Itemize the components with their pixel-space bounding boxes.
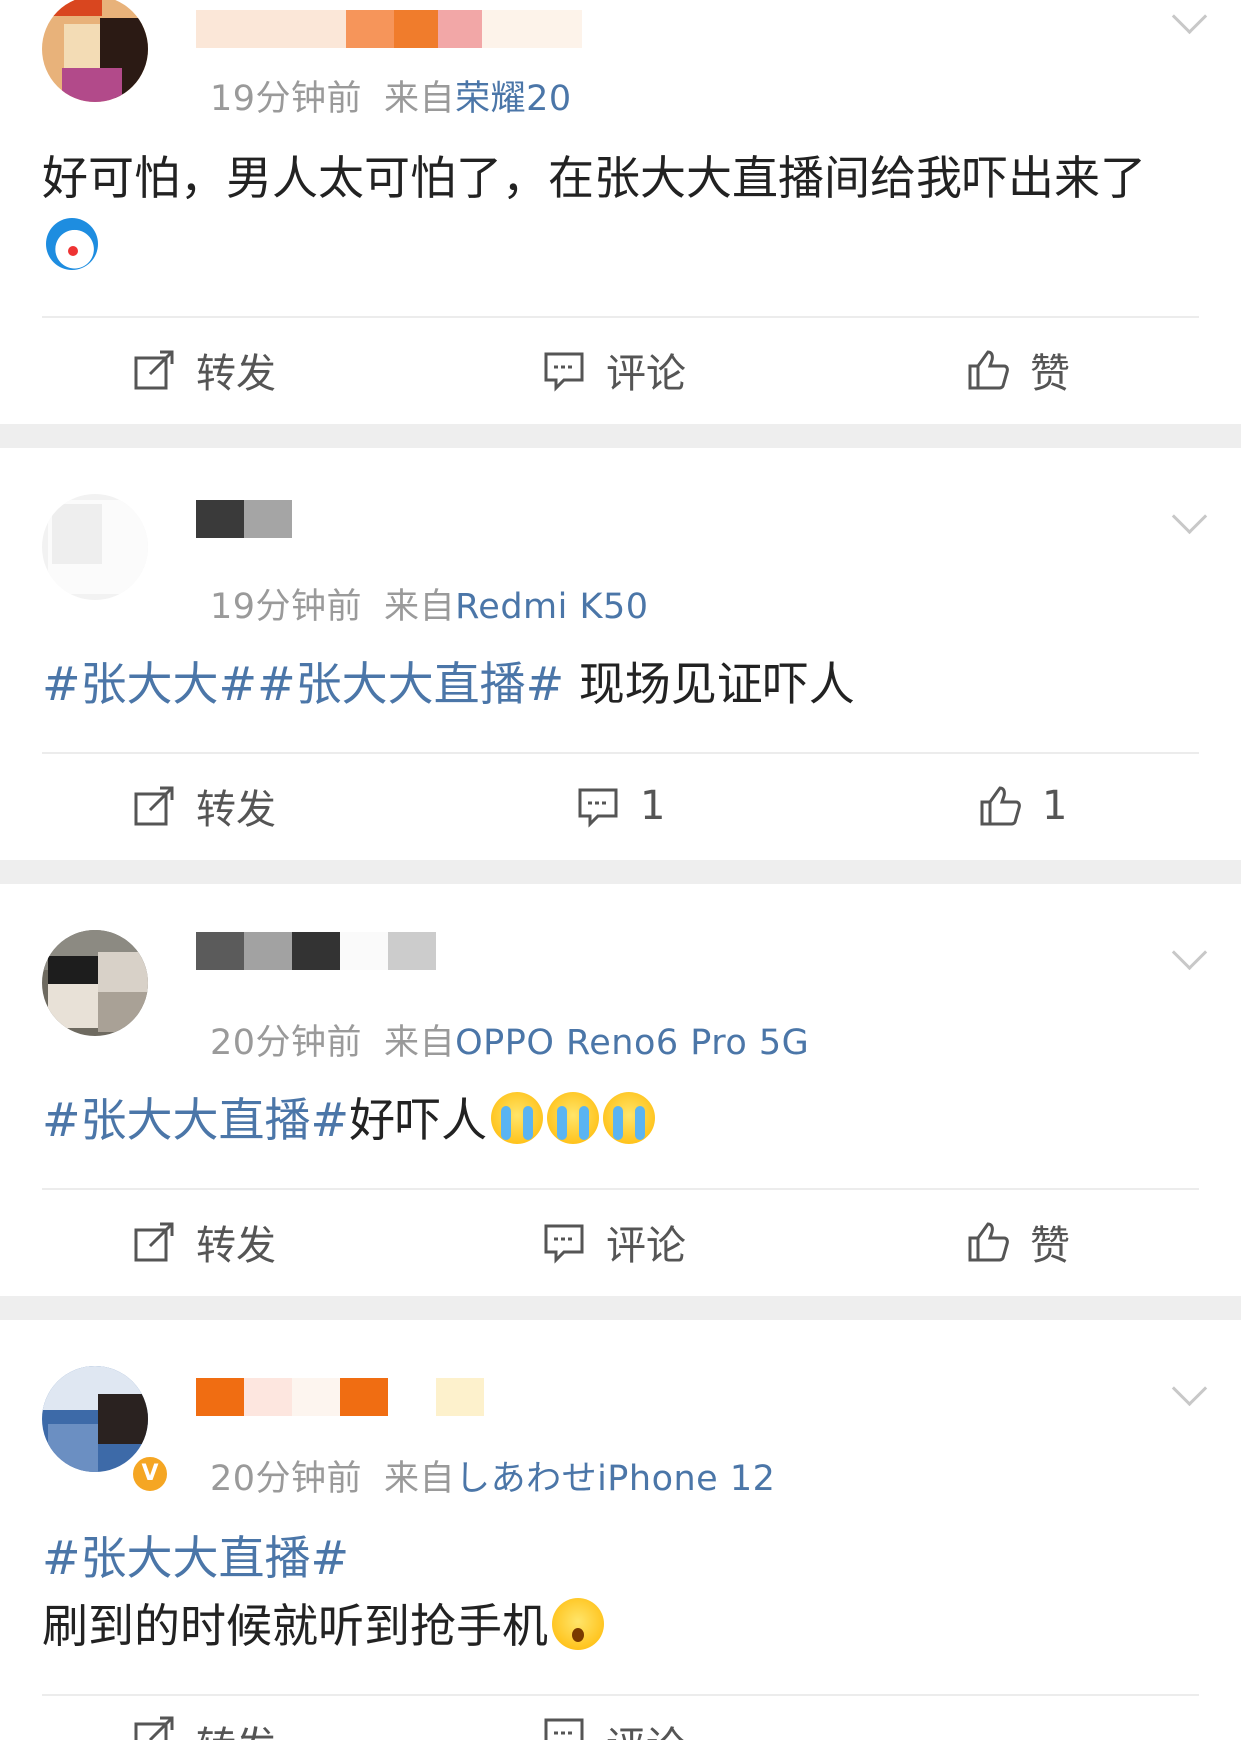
post-meta: 20分钟前 来自しあわせiPhone 12	[210, 1450, 775, 1501]
crying-emoji	[603, 1092, 656, 1144]
from-label: 来自	[384, 1459, 456, 1499]
repost-label: 转发	[196, 1714, 276, 1740]
repost-button[interactable]: 转发	[132, 1698, 276, 1740]
verified-badge: V	[130, 1454, 170, 1494]
post-text: 好吓人	[349, 1093, 488, 1147]
topic-link[interactable]: #张大大#	[42, 657, 257, 711]
avatar[interactable]	[42, 0, 148, 102]
comment-icon	[544, 352, 584, 392]
shocked-emoji	[552, 1598, 604, 1650]
doraemon-emoji	[46, 218, 98, 270]
username-redacted[interactable]	[196, 500, 292, 538]
divider	[42, 1694, 1199, 1696]
comment-button[interactable]: 评论	[542, 1698, 686, 1740]
like-button[interactable]: 1	[978, 756, 1067, 856]
weibo-post-3: 20分钟前 来自OPPO Reno6 Pro 5G #张大大直播#好吓人 转发 评…	[0, 884, 1241, 1296]
thumbs-up-icon	[968, 350, 1009, 390]
username-redacted[interactable]	[196, 1378, 484, 1416]
from-label: 来自	[384, 587, 456, 627]
post-text: 刷到的时候就听到抢手机	[42, 1599, 548, 1653]
repost-button[interactable]: 转发	[132, 1192, 276, 1292]
post-separator	[0, 424, 1241, 448]
post-text: 好可怕，男人太可怕了，在张大大直播间给我吓出来了	[42, 151, 1146, 205]
topic-link[interactable]: #张大大直播#	[257, 657, 564, 711]
like-label: 赞	[1030, 351, 1070, 397]
repost-label: 转发	[196, 1223, 276, 1269]
action-bar: 转发 评论 赞	[0, 1192, 1241, 1292]
comment-label: 评论	[606, 1223, 686, 1269]
post-content: #张大大直播# 刷到的时候就听到抢手机	[42, 1524, 1201, 1660]
post-separator	[0, 860, 1241, 884]
repost-button[interactable]: 转发	[132, 756, 276, 856]
from-label: 来自	[384, 79, 456, 119]
comment-count: 1	[640, 783, 666, 829]
post-content: #张大大##张大大直播# 现场见证吓人	[42, 650, 1201, 718]
chevron-down-icon[interactable]	[1173, 1376, 1199, 1402]
comment-icon	[544, 1224, 584, 1264]
chevron-down-icon[interactable]	[1173, 504, 1199, 530]
post-time: 19分钟前	[210, 79, 363, 119]
like-count: 1	[1042, 783, 1068, 829]
chevron-down-icon[interactable]	[1173, 4, 1199, 30]
weibo-post-2: 19分钟前 来自Redmi K50 #张大大##张大大直播# 现场见证吓人 转发 …	[0, 448, 1241, 860]
weibo-post-1: 19分钟前 来自荣耀20 好可怕，男人太可怕了，在张大大直播间给我吓出来了 转发 …	[0, 0, 1241, 424]
thumbs-up-icon	[980, 786, 1021, 826]
comment-icon	[578, 788, 618, 828]
repost-icon	[134, 350, 174, 390]
divider	[42, 1188, 1199, 1190]
repost-icon	[134, 1222, 174, 1262]
topic-link[interactable]: #张大大直播#	[42, 1531, 349, 1585]
post-time: 19分钟前	[210, 587, 363, 627]
from-label: 来自	[384, 1023, 456, 1063]
repost-icon	[134, 786, 174, 826]
comment-label: 评论	[606, 351, 686, 397]
post-text: 现场见证吓人	[564, 657, 855, 711]
like-button[interactable]: 赞	[966, 1192, 1070, 1292]
divider	[42, 316, 1199, 318]
avatar[interactable]	[42, 494, 148, 600]
comment-icon	[544, 1718, 584, 1740]
repost-label: 转发	[196, 351, 276, 397]
crying-emoji	[491, 1092, 544, 1144]
action-bar: 转发 评论 赞	[0, 320, 1241, 420]
comment-button[interactable]: 评论	[542, 1192, 686, 1292]
divider	[42, 752, 1199, 754]
comment-button[interactable]: 1	[576, 756, 665, 856]
username-redacted[interactable]	[196, 932, 436, 970]
post-source[interactable]: 荣耀20	[455, 79, 572, 119]
comment-label: 评论	[606, 1714, 686, 1740]
post-meta: 19分钟前 来自荣耀20	[210, 70, 572, 121]
like-button[interactable]: 赞	[966, 320, 1070, 420]
post-source[interactable]: しあわせiPhone 12	[455, 1459, 775, 1499]
post-time: 20分钟前	[210, 1023, 363, 1063]
repost-icon	[134, 1716, 174, 1740]
post-content: 好可怕，男人太可怕了，在张大大直播间给我吓出来了	[42, 144, 1201, 280]
crying-emoji	[547, 1092, 600, 1144]
repost-label: 转发	[196, 787, 276, 833]
post-source[interactable]: OPPO Reno6 Pro 5G	[455, 1023, 809, 1063]
post-separator	[0, 1296, 1241, 1320]
action-bar: 转发 评论	[0, 1698, 1241, 1740]
comment-button[interactable]: 评论	[542, 320, 686, 420]
post-time: 20分钟前	[210, 1459, 363, 1499]
chevron-down-icon[interactable]	[1173, 940, 1199, 966]
like-label: 赞	[1030, 1223, 1070, 1269]
post-source[interactable]: Redmi K50	[455, 587, 648, 627]
username-redacted[interactable]	[196, 10, 582, 48]
avatar[interactable]	[42, 930, 148, 1036]
avatar[interactable]	[42, 1366, 148, 1472]
post-meta: 19分钟前 来自Redmi K50	[210, 578, 649, 629]
post-meta: 20分钟前 来自OPPO Reno6 Pro 5G	[210, 1014, 809, 1065]
repost-button[interactable]: 转发	[132, 320, 276, 420]
post-content: #张大大直播#好吓人	[42, 1086, 1201, 1154]
thumbs-up-icon	[968, 1222, 1009, 1262]
action-bar: 转发 1 1	[0, 756, 1241, 856]
topic-link[interactable]: #张大大直播#	[42, 1093, 349, 1147]
weibo-post-4: V 20分钟前 来自しあわせiPhone 12 #张大大直播# 刷到的时候就听到抢…	[0, 1320, 1241, 1740]
